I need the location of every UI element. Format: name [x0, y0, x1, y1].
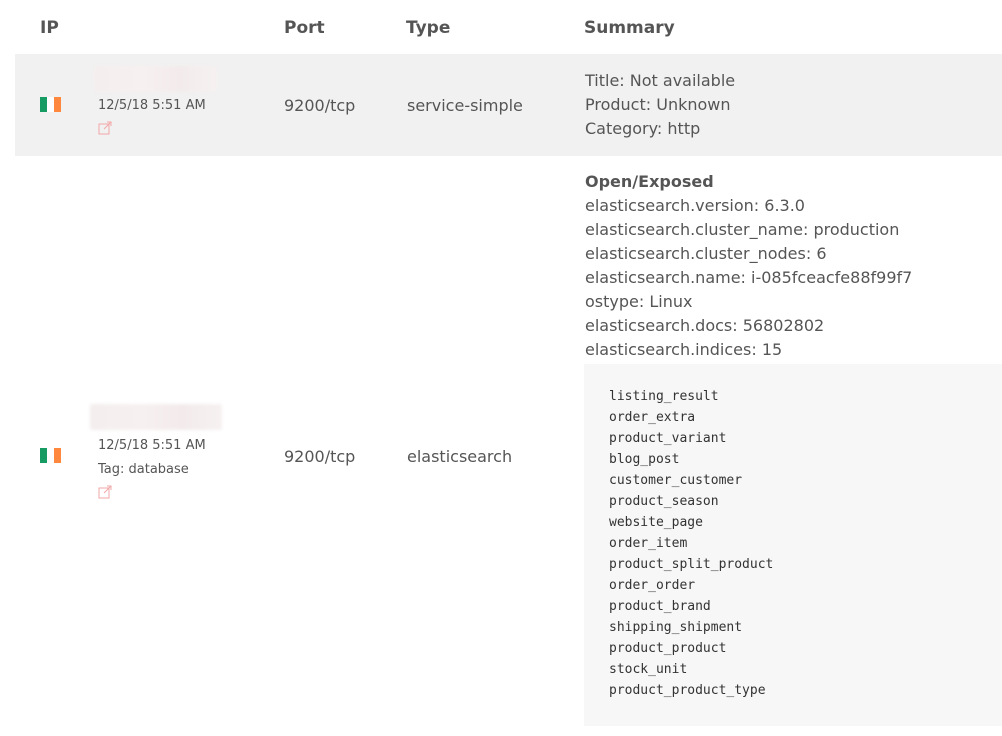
type-cell: service-simple: [407, 96, 523, 115]
summary-cell: Title: Not available Product: Unknown Ca…: [585, 69, 735, 141]
index-name: product_product: [609, 641, 727, 656]
redacted-ip-address[interactable]: [90, 404, 222, 430]
index-name: customer_customer: [609, 473, 743, 488]
redacted-ip-address[interactable]: [94, 66, 217, 92]
index-name: website_page: [609, 515, 703, 530]
ireland-flag-icon: [40, 97, 61, 112]
index-name: order_item: [609, 536, 688, 551]
summary-line: elasticsearch.cluster_name: production: [585, 220, 900, 239]
type-cell: elasticsearch: [407, 447, 513, 466]
summary-line: elasticsearch.name: i-085fceacfe88f99f7: [585, 268, 913, 287]
results-table-header: IP Port Type Summary: [15, 0, 1002, 56]
summary-line: Product: Unknown: [585, 95, 731, 114]
index-name: product_product_type: [609, 683, 766, 698]
history-icon[interactable]: [98, 485, 113, 499]
summary-heading: Open/Exposed: [585, 172, 714, 191]
summary-line: elasticsearch.docs: 56802802: [585, 316, 825, 335]
tag-label[interactable]: Tag: database: [98, 462, 189, 477]
column-header-summary: Summary: [584, 18, 675, 38]
summary-line: Title: Not available: [585, 71, 736, 90]
index-name: stock_unit: [609, 662, 688, 677]
index-name: product_brand: [609, 599, 711, 614]
summary-line: elasticsearch.version: 6.3.0: [585, 196, 805, 215]
index-name: listing_result: [609, 389, 719, 404]
summary-line: elasticsearch.cluster_nodes: 6: [585, 244, 827, 263]
index-name: order_extra: [609, 410, 696, 425]
history-icon[interactable]: [98, 121, 113, 135]
index-name: product_split_product: [609, 557, 774, 572]
indices-code-block: listing_result order_extra product_varia…: [584, 364, 1002, 726]
summary-line: Category: http: [585, 119, 701, 138]
index-name: product_season: [609, 494, 719, 509]
index-name: order_order: [609, 578, 696, 593]
column-header-port: Port: [284, 18, 325, 38]
port-cell: 9200/tcp: [284, 447, 356, 466]
result-timestamp: 12/5/18 5:51 AM: [98, 98, 206, 113]
index-name: blog_post: [609, 452, 680, 467]
result-timestamp: 12/5/18 5:51 AM: [98, 438, 206, 453]
summary-line: elasticsearch.indices: 15: [585, 340, 783, 359]
summary-line: ostype: Linux: [585, 292, 693, 311]
ireland-flag-icon: [40, 448, 61, 463]
port-cell: 9200/tcp: [284, 96, 356, 115]
index-name: product_variant: [609, 431, 727, 446]
column-header-ip: IP: [40, 18, 59, 38]
summary-cell: Open/Exposed elasticsearch.version: 6.3.…: [585, 170, 912, 362]
index-name: shipping_shipment: [609, 620, 743, 635]
column-header-type: Type: [406, 18, 451, 38]
